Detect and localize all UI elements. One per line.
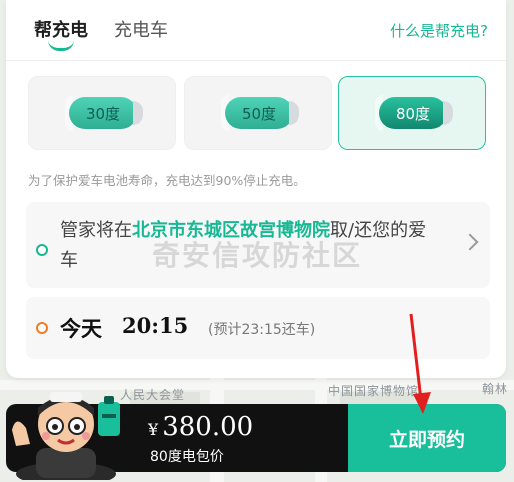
time-dot-icon xyxy=(36,322,48,334)
tab-bar: 帮充电 充电车 什么是帮充电? xyxy=(6,0,506,60)
pickup-day: 今天 xyxy=(60,317,102,341)
battery-protection-note: 为了保护爱车电池寿命，充电达到90%停止充电。 xyxy=(28,173,306,188)
option-80-kwh[interactable]: 80度 xyxy=(338,76,486,150)
charge-amount-options: 30度 50度 80度 xyxy=(28,76,488,150)
tab-charging-car[interactable]: 充电车 xyxy=(114,16,168,42)
price-value: 380.00 xyxy=(162,412,254,442)
option-50-kwh[interactable]: 50度 xyxy=(184,76,332,150)
mascot-icon xyxy=(12,392,120,480)
option-label: 50度 xyxy=(225,97,293,129)
map-label-hanlin: 翰林 xyxy=(482,382,509,396)
what-is-help-charge-link[interactable]: 什么是帮充电? xyxy=(390,20,488,41)
option-label: 80度 xyxy=(379,97,447,129)
battery-cap-icon xyxy=(289,101,299,125)
chevron-right-icon xyxy=(461,233,479,251)
price: ¥380.00 xyxy=(148,412,253,442)
option-30-kwh[interactable]: 30度 xyxy=(28,76,176,150)
pickup-clock: 20:15 xyxy=(122,313,189,338)
battery-cap-icon xyxy=(133,101,143,125)
divider xyxy=(6,60,506,61)
location-prefix: 管家将在 xyxy=(60,220,132,241)
option-label: 30度 xyxy=(69,97,137,129)
return-time-note: (预计23:15还车) xyxy=(208,322,316,338)
tab-active-indicator xyxy=(48,40,74,51)
currency-symbol: ¥ xyxy=(148,420,159,439)
tab-help-charge[interactable]: 帮充电 xyxy=(34,16,88,42)
location-dot-icon xyxy=(36,244,48,256)
watermark: 奇安信攻防社区 xyxy=(152,239,363,272)
red-arrow-icon xyxy=(409,313,431,414)
package-label: 80度电包价 xyxy=(150,449,224,465)
battery-cap-icon xyxy=(443,101,453,125)
